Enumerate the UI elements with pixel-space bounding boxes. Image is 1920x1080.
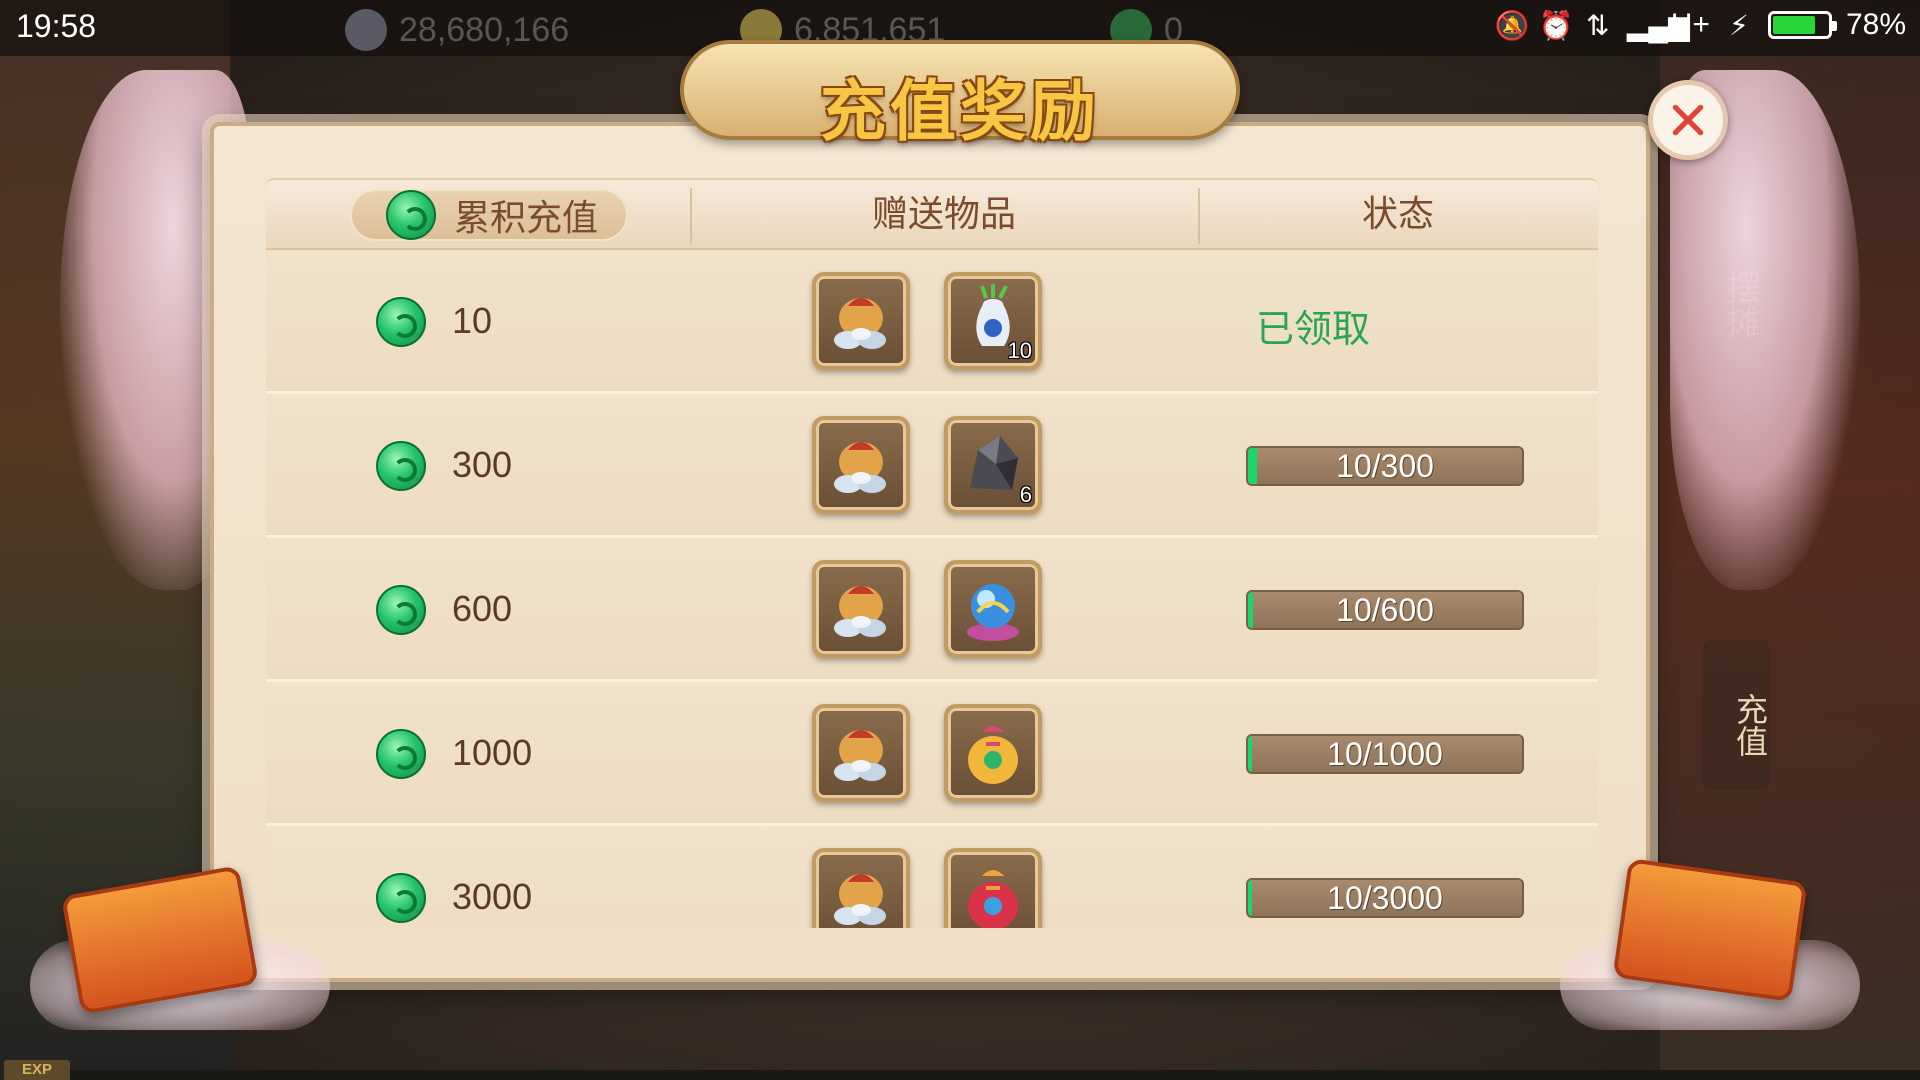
jade-coin-icon [386,190,436,240]
silver-pouch-icon [824,716,898,790]
recharge-amount: 3000 [452,876,533,917]
reward-item-slot[interactable] [812,848,910,928]
silver-pouch-icon [824,572,898,646]
progress-text: 10/3000 [1327,880,1443,916]
reward-item-slot[interactable] [944,560,1042,658]
jade-coin-icon [376,873,426,923]
status-time: 19:58 [16,8,97,44]
mute-icon: 🔕 [1494,9,1530,41]
table-row: 1000 10/1000 [266,682,1598,826]
silver-pouch-icon [824,860,898,928]
table-row: 10 10 已领取 [266,250,1598,394]
header-gifts: 赠送物品 [871,194,1016,235]
header-recharge-label: 累积充值 [454,198,599,239]
jade-coin-icon [376,729,426,779]
reward-item-slot[interactable] [812,416,910,514]
red-bag-icon [956,860,1030,928]
alarm-icon: ⏰ [1538,9,1574,41]
item-count: 10 [1007,338,1032,363]
reward-item-slot[interactable]: 6 [944,416,1042,514]
jade-coin-icon [376,585,426,635]
resource-silver: 28,680,166 [345,9,570,51]
progress-bar: 10/1000 [1246,734,1524,774]
progress-bar: 10/300 [1246,446,1524,486]
exp-bar [70,1070,1920,1080]
data-transfer-icon: ⇅ [1586,9,1610,41]
progress-text: 10/300 [1336,448,1434,484]
dialog-title: 充值奖励 [820,72,1100,150]
reward-item-slot[interactable] [812,560,910,658]
header-status: 状态 [1361,194,1434,235]
recharge-amount: 300 [452,444,513,485]
battery-icon [1767,11,1837,39]
recharge-amount: 1000 [452,732,533,773]
jade-coin-icon [376,297,426,347]
recharge-amount: 10 [452,300,493,341]
reward-item-slot[interactable]: 10 [944,272,1042,370]
table-row: 600 10/600 [266,538,1598,682]
dialog-title-plaque: 充值奖励 [680,40,1240,150]
close-button[interactable] [1648,80,1728,160]
resource-silver-value: 28,680,166 [399,10,570,49]
reward-item-slot[interactable] [812,272,910,370]
recharge-amount: 600 [452,588,513,629]
reward-item-slot[interactable] [944,704,1042,802]
network-type: H+ [1670,8,1710,41]
jade-coin-icon [376,441,426,491]
silver-pouch-icon [824,284,898,358]
reward-table: 累积充值 赠送物品 状态 10 10 已领取 300 6 10/300 600 10/600 1… [266,178,1598,928]
exp-label: EXP [4,1060,70,1080]
signal-icon: ▂▄▆ [1626,9,1690,41]
progress-bar: 10/600 [1246,590,1524,630]
battery-fill [1772,16,1816,34]
reward-item-slot[interactable] [812,704,910,802]
status-icons: 🔕 ⏰ ⇅ ▂▄▆ H+ ⚡ 78% [1495,8,1906,42]
status-claimed-label: 已领取 [1256,307,1371,351]
close-icon [1672,104,1704,136]
progress-bar: 10/3000 [1246,878,1524,918]
battery-percent: 78% [1845,8,1906,41]
gold-bag-icon [956,716,1030,790]
table-row: 3000 10/3000 [266,826,1598,928]
charging-icon: ⚡ [1729,9,1749,41]
silver-coin-icon [345,9,387,51]
reward-item-slot[interactable] [944,848,1042,928]
table-header: 累积充值 赠送物品 状态 [266,178,1598,250]
item-count: 6 [1019,482,1032,507]
progress-text: 10/600 [1336,592,1434,628]
header-recharge: 累积充值 [350,189,628,241]
recharge-side-button[interactable]: 充值 [1702,640,1770,790]
crystal-orb-icon [956,572,1030,646]
table-row: 300 6 10/300 [266,394,1598,538]
treasure-chest-right-icon [1612,858,1808,1002]
silver-pouch-icon [824,428,898,502]
progress-text: 10/1000 [1327,736,1443,772]
